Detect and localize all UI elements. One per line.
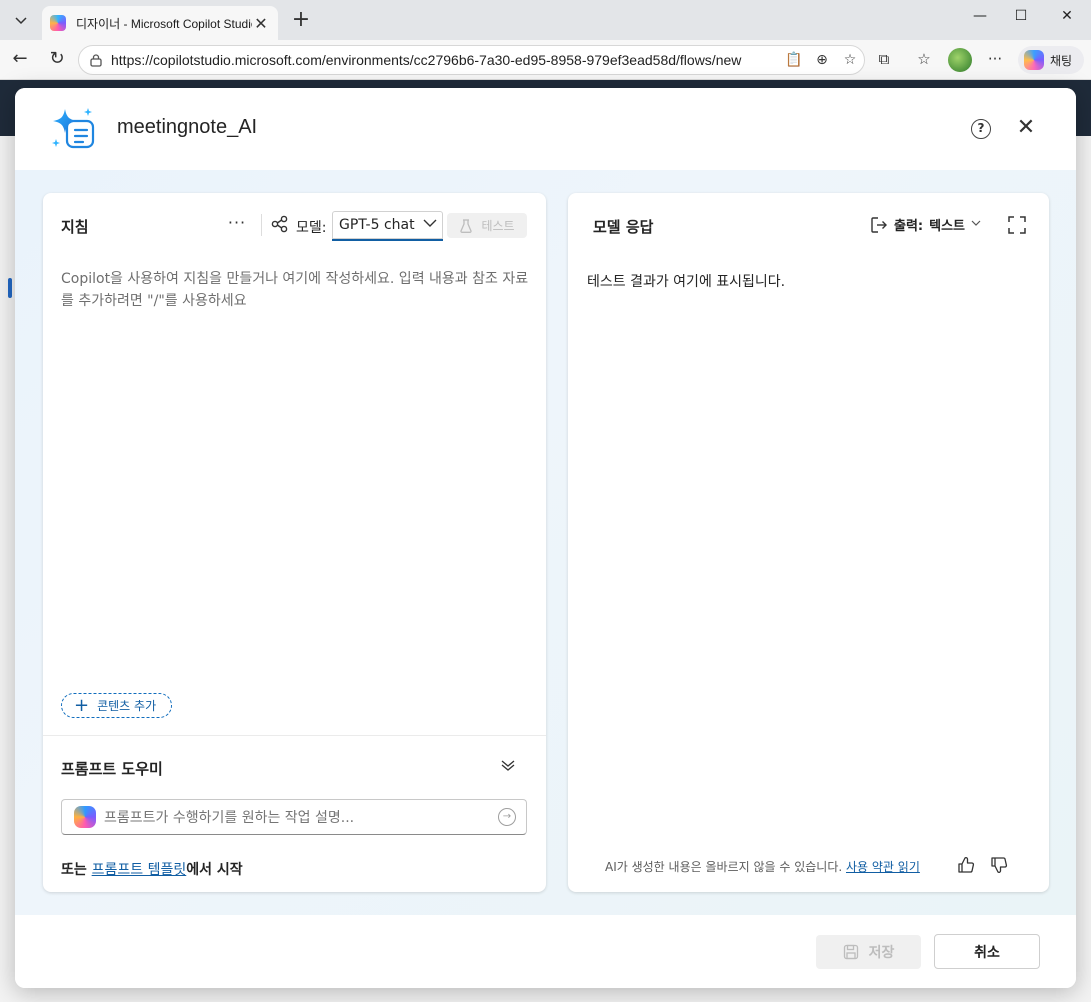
model-select-value: GPT-5 chat	[339, 217, 415, 233]
model-label: 모델:	[296, 220, 327, 236]
chevron-down-icon	[423, 216, 443, 234]
dialog-title: meetingnote_AI	[117, 116, 258, 138]
toolbar-divider	[261, 214, 262, 236]
chevron-down-icon	[971, 218, 981, 231]
site-info-icon[interactable]	[89, 53, 103, 67]
test-button-label: 테스트	[481, 219, 515, 233]
cancel-button[interactable]: 취소	[934, 934, 1040, 969]
ai-disclaimer: AI가 생성한 내용은 올바르지 않을 수 있습니다. 사용 약관 읽기	[605, 858, 920, 875]
collapse-chevron-icon[interactable]	[498, 757, 518, 777]
clipboard-icon[interactable]: 📋	[780, 52, 808, 68]
prompt-template-link[interactable]: 프롬프트 템플릿	[92, 862, 187, 878]
instructions-panel: 지침 ··· 모델: GPT-5 chat 테스트 Copilot을 사용하여 …	[43, 193, 546, 892]
window-close-icon[interactable]: ✕	[1047, 8, 1087, 32]
model-icon	[271, 215, 288, 233]
more-menu-icon[interactable]: ···	[983, 50, 1007, 70]
copilot-icon	[74, 806, 96, 828]
new-tab-icon[interactable]: +	[288, 8, 314, 34]
more-options-icon[interactable]: ···	[226, 213, 248, 232]
flask-icon	[460, 218, 473, 233]
save-button[interactable]: 저장	[816, 935, 921, 969]
dialog-body: 지침 ··· 모델: GPT-5 chat 테스트 Copilot을 사용하여 …	[15, 170, 1076, 915]
output-label: 출력:	[894, 219, 924, 234]
back-arrow-icon[interactable]: ←	[6, 48, 34, 72]
expand-icon[interactable]	[1008, 216, 1026, 234]
prompt-helper-placeholder: 프롬프트가 수행하기를 원하는 작업 설명...	[104, 810, 355, 826]
copilot-chat-button[interactable]: 채팅	[1018, 46, 1084, 74]
refresh-icon[interactable]: ↻	[43, 48, 71, 72]
nav-selection-indicator	[8, 278, 12, 298]
ai-prompt-app-icon	[52, 108, 95, 149]
template-prefix: 또는	[61, 862, 92, 878]
model-select[interactable]: GPT-5 chat	[332, 211, 443, 241]
thumbs-down-icon[interactable]	[990, 856, 1008, 874]
instructions-heading: 지침	[61, 218, 89, 236]
terms-of-use-link[interactable]: 사용 약관 읽기	[846, 860, 920, 874]
output-arrow-icon	[871, 216, 887, 233]
model-response-heading: 모델 응답	[593, 218, 654, 236]
save-button-label: 저장	[868, 945, 895, 961]
dialog-footer: 저장 취소	[15, 915, 1076, 988]
add-content-label: 콘텐츠 추가	[97, 699, 157, 713]
instructions-editor[interactable]: Copilot을 사용하여 지침을 만들거나 여기에 작성하세요. 입력 내용과…	[61, 268, 535, 312]
copilot-chat-label: 채팅	[1050, 53, 1073, 68]
profile-avatar[interactable]	[948, 48, 972, 72]
prompt-helper-input[interactable]: 프롬프트가 수행하기를 원하는 작업 설명... →	[61, 799, 527, 835]
test-result-placeholder: 테스트 결과가 여기에 표시됩니다.	[587, 274, 786, 290]
cancel-button-label: 취소	[974, 944, 1000, 961]
template-suffix: 에서 시작	[186, 862, 243, 878]
dialog-close-icon[interactable]: ✕	[1015, 117, 1037, 139]
minimize-icon[interactable]: —	[960, 8, 1000, 32]
tab-title: 디자이너 - Microsoft Copilot Studio	[76, 16, 252, 31]
help-icon[interactable]: ?	[971, 119, 991, 139]
save-icon	[843, 944, 858, 960]
model-response-panel: 모델 응답 출력: 텍스트 테스트 결과가 여기에 표시됩니다. AI가 생성한…	[568, 193, 1049, 892]
prompt-helper-heading: 프롬프트 도우미	[61, 760, 163, 778]
favorite-star-icon[interactable]: ☆	[836, 52, 864, 68]
tab-actions-chevron-icon[interactable]	[6, 6, 36, 34]
favorites-icon[interactable]: ☆	[912, 50, 936, 70]
plus-icon: +	[74, 694, 90, 716]
maximize-icon[interactable]: ☐	[1001, 8, 1041, 32]
browser-tabstrip: 디자이너 - Microsoft Copilot Studio ✕ + — ☐ …	[0, 0, 1091, 40]
output-format-dropdown[interactable]: 출력: 텍스트	[870, 215, 981, 234]
thumbs-up-icon[interactable]	[957, 856, 975, 874]
output-value: 텍스트	[929, 219, 966, 234]
test-button[interactable]: 테스트	[447, 213, 527, 238]
browser-tab-active[interactable]: 디자이너 - Microsoft Copilot Studio ✕	[42, 6, 278, 40]
extensions-icon[interactable]: ⧉	[872, 50, 896, 70]
send-arrow-icon[interactable]: →	[498, 808, 516, 826]
zoom-icon[interactable]: ⊕	[808, 52, 836, 68]
dialog-header: meetingnote_AI ? ✕	[15, 88, 1076, 170]
copilot-icon	[1024, 50, 1044, 70]
ai-disclaimer-text: AI가 생성한 내용은 올바르지 않을 수 있습니다.	[605, 860, 843, 874]
template-start-line: 또는 프롬프트 템플릿에서 시작	[61, 859, 243, 879]
address-bar[interactable]: https://copilotstudio.microsoft.com/envi…	[78, 45, 865, 75]
add-content-button[interactable]: + 콘텐츠 추가	[61, 693, 172, 718]
prompt-designer-dialog: meetingnote_AI ? ✕ 지침 ··· 모델: GPT-5 chat	[15, 88, 1076, 988]
tab-close-icon[interactable]: ✕	[252, 14, 270, 33]
browser-toolbar: ← ↻ https://copilotstudio.microsoft.com/…	[0, 40, 1091, 80]
section-divider	[43, 735, 546, 736]
url-text: https://copilotstudio.microsoft.com/envi…	[111, 52, 742, 68]
copilot-studio-favicon-icon	[50, 15, 66, 31]
